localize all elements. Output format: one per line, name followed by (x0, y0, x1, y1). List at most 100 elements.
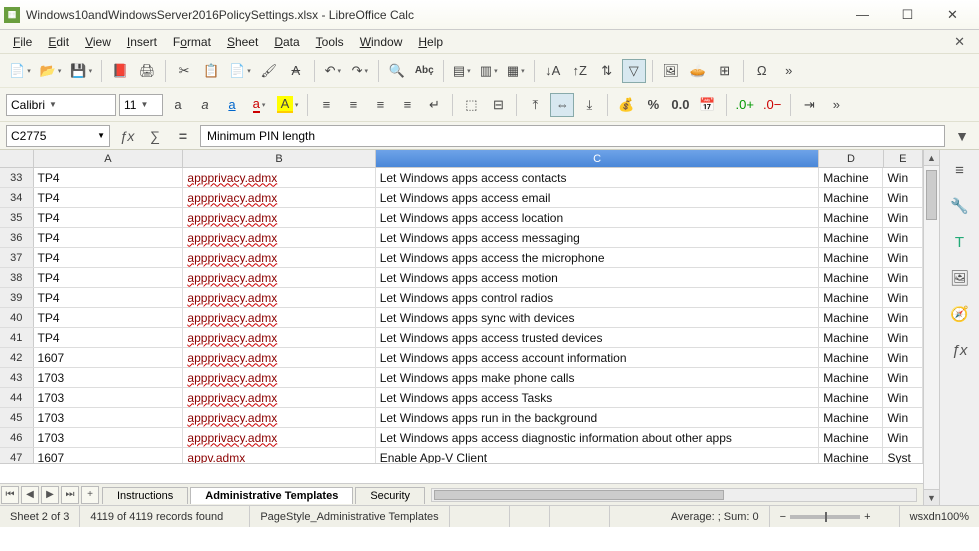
column-header-A[interactable]: A (34, 150, 184, 167)
tab-instructions[interactable]: Instructions (102, 487, 188, 504)
cell[interactable]: appprivacy.admx (183, 288, 375, 307)
zoom-slider[interactable]: − + (770, 506, 900, 527)
cell[interactable]: TP4 (34, 188, 184, 207)
table-button[interactable]: ▦ (504, 59, 528, 83)
cell[interactable]: Machine (819, 288, 883, 307)
horizontal-scrollbar[interactable] (431, 488, 917, 502)
find-replace-button[interactable]: 🔍 (385, 59, 409, 83)
font-color-button[interactable]: a (247, 93, 271, 117)
row-button[interactable]: ▤ (450, 59, 474, 83)
row-header[interactable]: 38 (0, 268, 34, 287)
cell[interactable]: 1703 (34, 408, 184, 427)
date-format-button[interactable]: 📅 (696, 93, 720, 117)
next-sheet-button[interactable]: ▶ (41, 486, 59, 504)
remove-decimal-button[interactable]: .0− (760, 93, 784, 117)
cell[interactable]: Win (883, 168, 923, 187)
cell[interactable]: 1607 (34, 448, 184, 463)
cell[interactable]: Machine (819, 408, 883, 427)
cell[interactable]: Machine (819, 228, 883, 247)
align-left-button[interactable]: ≡ (314, 93, 338, 117)
cut-button[interactable]: ✂ (172, 59, 196, 83)
status-language[interactable] (450, 506, 510, 527)
last-sheet-button[interactable]: ⏭ (61, 486, 79, 504)
cells-grid[interactable]: 33TP4appprivacy.admxLet Windows apps acc… (0, 168, 923, 463)
cell[interactable]: Machine (819, 348, 883, 367)
row-header[interactable]: 34 (0, 188, 34, 207)
menu-view[interactable]: View (78, 33, 118, 51)
insert-chart-button[interactable]: 🥧 (686, 59, 710, 83)
cell[interactable]: Let Windows apps access Tasks (376, 388, 820, 407)
cell[interactable]: Win (883, 268, 923, 287)
gallery-icon[interactable]: 🖼 (946, 264, 974, 292)
cell[interactable]: Let Windows apps access diagnostic infor… (376, 428, 820, 447)
cell[interactable]: appprivacy.admx (183, 328, 375, 347)
close-button[interactable]: ✕ (930, 1, 975, 29)
highlight-color-button[interactable]: A (274, 93, 301, 117)
print-button[interactable]: 🖨 (135, 59, 159, 83)
function-wizard-button[interactable]: ƒx (116, 125, 138, 147)
cell[interactable]: appprivacy.admx (183, 408, 375, 427)
menu-file[interactable]: File (6, 33, 39, 51)
row-header[interactable]: 33 (0, 168, 34, 187)
cell[interactable]: 1607 (34, 348, 184, 367)
cell[interactable]: 1703 (34, 388, 184, 407)
currency-button[interactable]: 💰 (614, 93, 638, 117)
tab-administrative-templates[interactable]: Administrative Templates (190, 487, 353, 504)
menu-window[interactable]: Window (353, 33, 410, 51)
row-header[interactable]: 42 (0, 348, 34, 367)
menu-insert[interactable]: Insert (120, 33, 164, 51)
cell[interactable]: Machine (819, 448, 883, 463)
status-insert-mode[interactable] (510, 506, 550, 527)
undo-button[interactable]: ↶ (321, 59, 345, 83)
menu-edit[interactable]: Edit (41, 33, 76, 51)
cell[interactable]: Win (883, 248, 923, 267)
menu-help[interactable]: Help (411, 33, 450, 51)
cell[interactable]: Win (883, 208, 923, 227)
cell[interactable]: Enable App-V Client (376, 448, 820, 463)
row-header[interactable]: 44 (0, 388, 34, 407)
increase-indent-button[interactable]: ⇥ (797, 93, 821, 117)
cell[interactable]: Let Windows apps access motion (376, 268, 820, 287)
minimize-button[interactable]: — (840, 1, 885, 29)
cell[interactable]: Win (883, 348, 923, 367)
cell[interactable]: appprivacy.admx (183, 268, 375, 287)
cell[interactable]: Win (883, 328, 923, 347)
cell[interactable]: appprivacy.admx (183, 248, 375, 267)
redo-button[interactable]: ↷ (348, 59, 372, 83)
percent-button[interactable]: % (641, 93, 665, 117)
menu-format[interactable]: Format (166, 33, 218, 51)
status-sheet[interactable]: Sheet 2 of 3 (0, 506, 80, 527)
column-header-D[interactable]: D (819, 150, 883, 167)
special-char-button[interactable]: Ω (750, 59, 774, 83)
cell[interactable]: Let Windows apps access trusted devices (376, 328, 820, 347)
cell[interactable]: Win (883, 428, 923, 447)
row-header[interactable]: 43 (0, 368, 34, 387)
cell[interactable]: TP4 (34, 268, 184, 287)
row-header[interactable]: 45 (0, 408, 34, 427)
cell[interactable]: Machine (819, 208, 883, 227)
cell[interactable]: TP4 (34, 288, 184, 307)
navigator-icon[interactable]: 🧭 (946, 300, 974, 328)
wrap-text-button[interactable]: ↵ (422, 93, 446, 117)
export-pdf-button[interactable]: 📕 (108, 59, 132, 83)
spellcheck-button[interactable]: Abç (412, 59, 437, 83)
cell[interactable]: Machine (819, 248, 883, 267)
styles-icon[interactable]: T (946, 228, 974, 256)
cell[interactable]: Let Windows apps access account informat… (376, 348, 820, 367)
status-summary[interactable]: Average: ; Sum: 0 (610, 506, 769, 527)
formula-expand-button[interactable]: ▼ (951, 125, 973, 147)
sort-button[interactable]: ⇅ (595, 59, 619, 83)
cell[interactable]: Machine (819, 268, 883, 287)
row-header[interactable]: 37 (0, 248, 34, 267)
cell[interactable]: Machine (819, 168, 883, 187)
status-pagestyle[interactable]: PageStyle_Administrative Templates (250, 506, 450, 527)
cell[interactable]: Let Windows apps access location (376, 208, 820, 227)
menu-sheet[interactable]: Sheet (220, 33, 265, 51)
open-button[interactable]: 📂 (37, 59, 65, 83)
column-header-B[interactable]: B (183, 150, 375, 167)
formula-input[interactable]: Minimum PIN length (200, 125, 945, 147)
zoom-percent[interactable]: wsxdn100% (900, 506, 979, 527)
sort-desc-button[interactable]: ↑Z (568, 59, 592, 83)
cell[interactable]: Let Windows apps make phone calls (376, 368, 820, 387)
clone-formatting-button[interactable]: 🖌 (257, 59, 281, 83)
